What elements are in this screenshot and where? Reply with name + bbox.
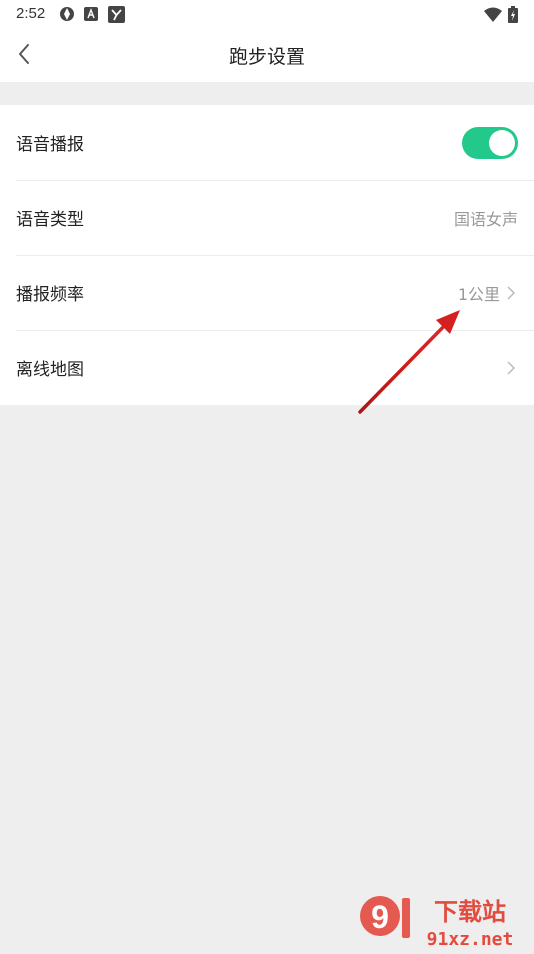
sync-icon: [58, 6, 76, 22]
battery-icon: [508, 5, 518, 23]
watermark-logo: 9 下载站 91xz.net: [358, 890, 530, 950]
voice-broadcast-row[interactable]: 语音播报: [0, 105, 534, 180]
header: 跑步设置: [0, 28, 534, 82]
svg-text:91xz.net: 91xz.net: [427, 929, 514, 950]
voice-broadcast-label: 语音播报: [16, 135, 84, 155]
app-y-icon: [108, 5, 125, 23]
chevron-right-icon: [504, 359, 518, 377]
annotation-arrow-icon: [358, 310, 460, 414]
toggle-knob: [489, 129, 515, 156]
chevron-right-icon: [504, 284, 518, 302]
status-time: 2:52: [16, 5, 46, 22]
voice-broadcast-toggle[interactable]: [462, 126, 518, 159]
page-title: 跑步设置: [228, 46, 305, 68]
svg-text:下载站: 下载站: [434, 898, 506, 926]
voice-type-label: 语音类型: [16, 210, 84, 230]
app-a-icon: [84, 6, 98, 22]
svg-text:9: 9: [371, 899, 389, 935]
status-bar: 2:52: [0, 0, 534, 28]
voice-type-value: 国语女声: [453, 209, 518, 229]
wifi-icon: [484, 6, 502, 22]
voice-type-row[interactable]: 语音类型 国语女声: [0, 180, 534, 255]
